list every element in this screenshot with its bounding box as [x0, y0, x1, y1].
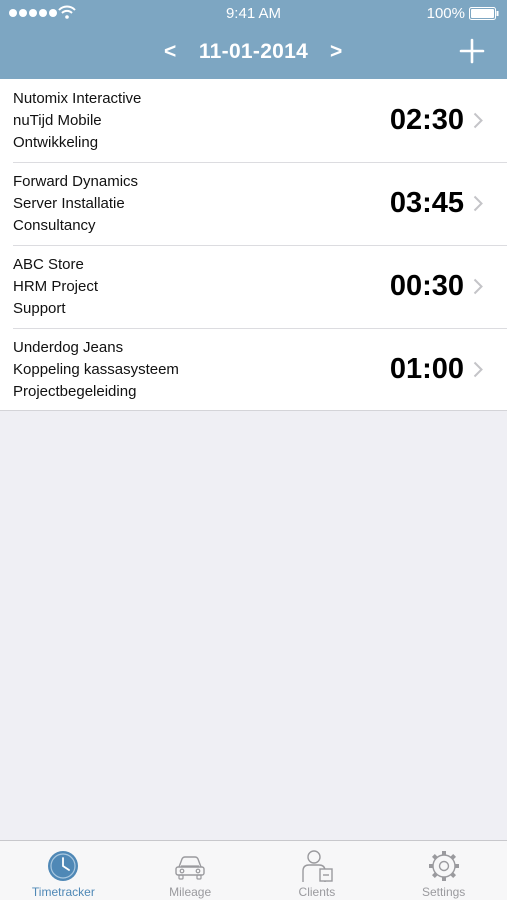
- next-day-button[interactable]: >: [330, 40, 342, 64]
- person-icon: [302, 850, 333, 882]
- tab-label: Clients: [298, 885, 336, 899]
- entry-project: Koppeling kassasysteem: [13, 361, 179, 378]
- clock-icon: [48, 851, 79, 881]
- tab-clients[interactable]: Clients: [254, 841, 381, 900]
- tab-label: Settings: [421, 885, 466, 899]
- car-icon: [175, 856, 205, 880]
- status-bar: 9:41 AM 100%: [0, 0, 507, 28]
- time-entry-list: Nutomix Interactive nuTijd Mobile Ontwik…: [0, 79, 507, 411]
- battery-icon: [469, 7, 499, 20]
- entry-activity: Support: [13, 300, 66, 317]
- battery-percentage: 100%: [426, 5, 465, 22]
- tab-bar: Timetracker Mileage Clients Settings: [0, 840, 507, 900]
- entry-client: ABC Store: [13, 256, 84, 273]
- date-title: 11-01-2014: [198, 40, 309, 63]
- time-entry-row[interactable]: ABC Store HRM Project Support 00:30: [0, 245, 507, 328]
- tab-settings[interactable]: Settings: [380, 841, 507, 900]
- tab-label: Mileage: [169, 885, 212, 899]
- entry-project: HRM Project: [13, 278, 99, 295]
- entry-duration: 01:00: [389, 353, 464, 385]
- entry-client: Forward Dynamics: [13, 173, 139, 190]
- entry-project: nuTijd Mobile: [13, 112, 102, 129]
- add-entry-button[interactable]: [459, 38, 485, 64]
- tab-mileage[interactable]: Mileage: [127, 841, 254, 900]
- chevron-right-icon: [473, 195, 483, 212]
- chevron-right-icon: [473, 278, 483, 295]
- time-entry-row[interactable]: Underdog Jeans Koppeling kassasysteem Pr…: [0, 328, 507, 411]
- chevron-right-icon: [473, 361, 483, 378]
- entry-duration: 02:30: [389, 104, 464, 136]
- time-entry-row[interactable]: Nutomix Interactive nuTijd Mobile Ontwik…: [0, 79, 507, 162]
- chevron-right-icon: [473, 112, 483, 129]
- entry-client: Underdog Jeans: [13, 339, 124, 356]
- entry-duration: 00:30: [389, 270, 464, 302]
- time-entry-row[interactable]: Forward Dynamics Server Installatie Cons…: [0, 162, 507, 245]
- app-header: 9:41 AM 100% < 11-01-2014 >: [0, 0, 507, 79]
- gear-icon: [428, 851, 459, 881]
- entry-client: Nutomix Interactive: [13, 90, 142, 107]
- entry-duration: 03:45: [389, 187, 464, 219]
- entry-activity: Ontwikkeling: [13, 134, 99, 151]
- entry-activity: Consultancy: [13, 217, 96, 234]
- navigation-bar: < 11-01-2014 >: [0, 28, 507, 79]
- tab-timetracker[interactable]: Timetracker: [0, 841, 127, 900]
- entry-project: Server Installatie: [13, 195, 125, 212]
- entry-activity: Projectbegeleiding: [13, 383, 137, 400]
- tab-label: Timetracker: [31, 885, 95, 899]
